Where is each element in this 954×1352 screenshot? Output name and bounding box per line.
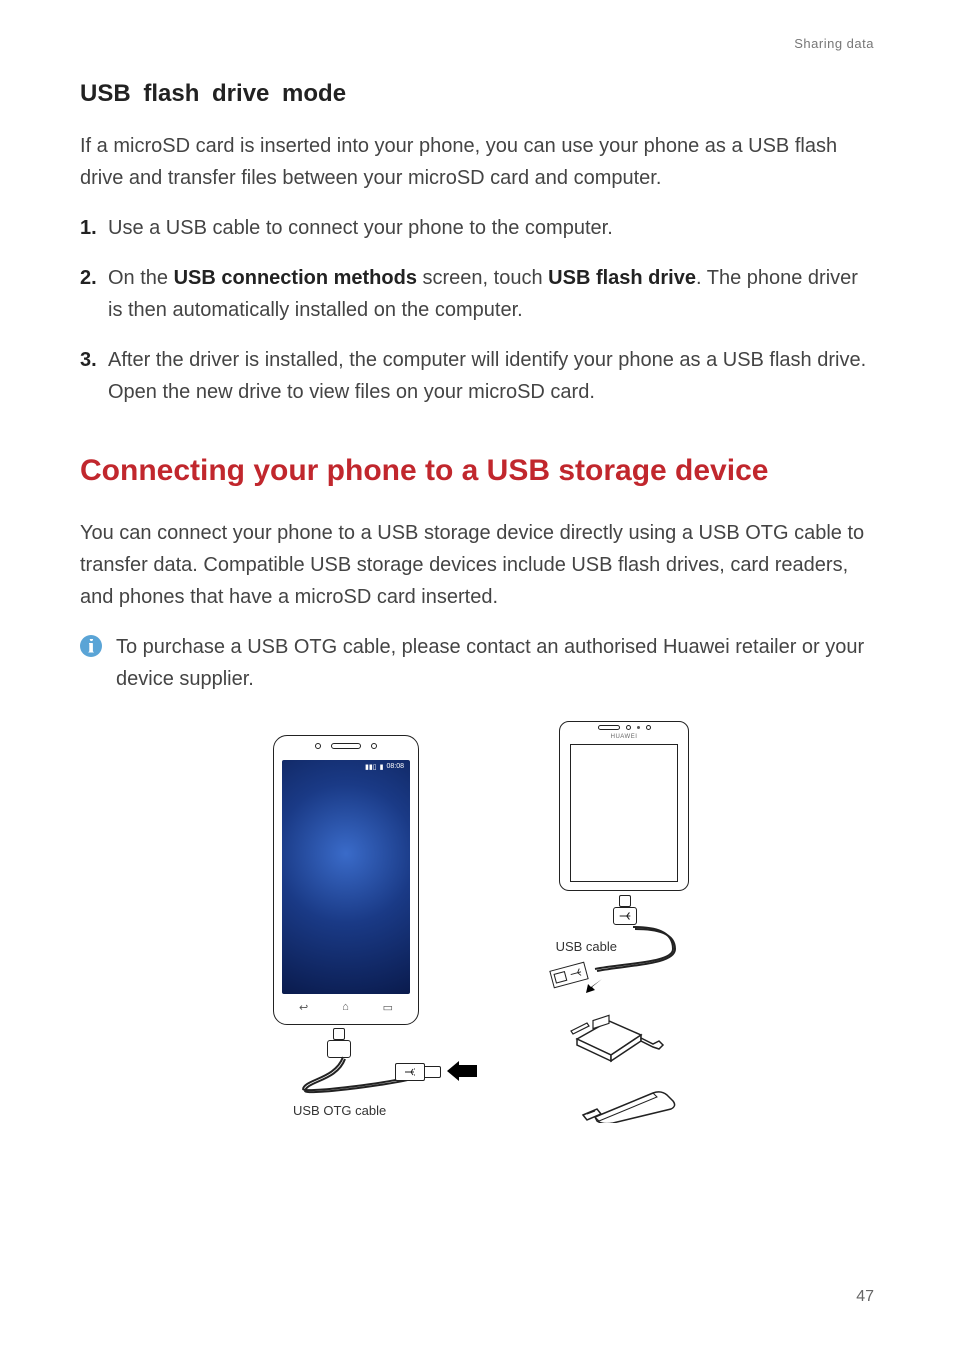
arrow-down-left-icon: [586, 979, 602, 993]
info-note-text: To purchase a USB OTG cable, please cont…: [116, 631, 874, 695]
home-icon: ⌂: [342, 1001, 349, 1014]
usb-a-head-icon: [549, 961, 588, 988]
step-2-mid: screen, touch: [417, 267, 548, 289]
tablet-brand-label: HUAWEI: [560, 734, 688, 740]
tablet-icon: HUAWEI: [559, 721, 689, 891]
page-number: 47: [856, 1288, 874, 1306]
illustration-otg-connection: ▮▮▯ ▮ 08:08 ↩ ⌂ ▭ USB OTG cable H: [257, 721, 697, 1151]
phone-time: 08:08: [386, 763, 404, 770]
step-3: After the driver is installed, the compu…: [80, 344, 874, 408]
tablet-top-icons: [560, 725, 688, 730]
heading-usb-flash-drive-mode: USB flash drive mode: [80, 80, 874, 108]
step-2: On the USB connection methods screen, to…: [80, 262, 874, 326]
phone-icon: ▮▮▯ ▮ 08:08 ↩ ⌂ ▭: [273, 735, 419, 1025]
steps-list: Use a USB cable to connect your phone to…: [80, 212, 874, 408]
info-icon: [80, 635, 102, 657]
breadcrumb: Sharing data: [794, 36, 874, 51]
otg-usb-head-icon: [395, 1063, 425, 1081]
usb-cable-label: USB cable: [556, 939, 617, 954]
card-reader-icon: [567, 1011, 667, 1071]
phone-top-icons: [274, 743, 418, 749]
battery-icon: ▮: [380, 763, 384, 771]
info-note: To purchase a USB OTG cable, please cont…: [80, 631, 874, 695]
recent-icon: ▭: [383, 1001, 393, 1014]
step-1: Use a USB cable to connect your phone to…: [80, 212, 874, 244]
otg-usb-tip-icon: [425, 1066, 441, 1078]
back-icon: ↩: [299, 1001, 308, 1014]
arrow-left-icon: [447, 1061, 477, 1081]
usb-stick-icon: [575, 1081, 685, 1123]
step-2-pre: On the: [108, 267, 174, 289]
step-2-bold-1: USB connection methods: [174, 267, 417, 289]
otg-cable-label: USB OTG cable: [293, 1103, 386, 1118]
signal-icon: ▮▮▯: [365, 763, 377, 771]
intro-paragraph: If a microSD card is inserted into your …: [80, 130, 874, 194]
tablet-screen: [570, 744, 678, 882]
heading-connecting-usb-storage: Connecting your phone to a USB storage d…: [80, 442, 874, 501]
phone-screen: ▮▮▯ ▮ 08:08: [282, 760, 410, 994]
phone-nav-icons: ↩ ⌂ ▭: [282, 1001, 410, 1014]
step-2-bold-2: USB flash drive: [548, 267, 696, 289]
connecting-paragraph: You can connect your phone to a USB stor…: [80, 517, 874, 613]
